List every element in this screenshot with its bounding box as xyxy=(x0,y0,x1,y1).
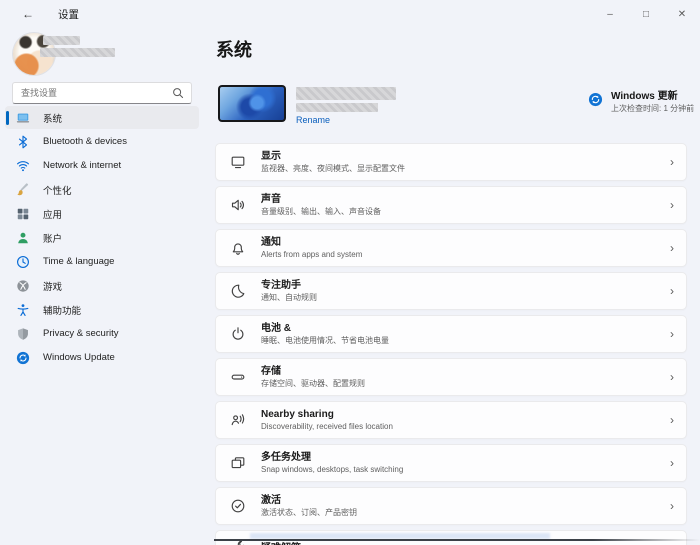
chevron-right-icon: › xyxy=(670,327,674,341)
nearby-sharing-icon xyxy=(230,412,246,428)
chevron-right-icon: › xyxy=(670,456,674,470)
account-name-redacted xyxy=(43,36,80,45)
account-email-redacted xyxy=(40,48,115,57)
setting-row-nearby-sharing[interactable]: Nearby sharing Discoverability, received… xyxy=(215,401,687,439)
chevron-right-icon: › xyxy=(670,198,674,212)
display-icon xyxy=(230,154,246,170)
update-title: Windows 更新 xyxy=(611,91,678,102)
activation-icon xyxy=(230,498,246,514)
page-title: 系统 xyxy=(216,40,252,60)
system-icon xyxy=(16,111,30,125)
setting-row-display[interactable]: 显示 监视器、亮度、夜间模式、显示配置文件 › xyxy=(215,143,687,181)
chevron-right-icon: › xyxy=(670,241,674,255)
sidebar-item-bluetooth-devices[interactable]: Bluetooth & devices xyxy=(5,130,199,153)
window-controls: – □ ✕ xyxy=(592,0,700,28)
rename-link[interactable]: Rename xyxy=(296,115,330,125)
sidebar-item-privacy-security[interactable]: Privacy & security xyxy=(5,322,199,345)
setting-row-storage[interactable]: 存储 存储空间、驱动器、配置规则 › xyxy=(215,358,687,396)
device-name-redacted xyxy=(296,87,396,100)
setting-row-power-battery[interactable]: 电池 & 睡眠、电池使用情况、节省电池电量 › xyxy=(215,315,687,353)
windows-update-status[interactable]: Windows 更新 上次检查时间: 1 分钟前 xyxy=(588,90,694,114)
multitasking-icon xyxy=(230,455,246,471)
settings-window: ← 设置 – □ ✕ 系统 Bluetooth & devices Networ… xyxy=(0,0,700,545)
back-icon[interactable]: ← xyxy=(22,7,34,21)
setting-row-activation[interactable]: 激活 激活状态、订阅、产品密钥 › xyxy=(215,487,687,525)
chevron-right-icon: › xyxy=(670,284,674,298)
device-wallpaper xyxy=(220,87,284,120)
sidebar-item-accounts[interactable]: 账户 xyxy=(5,226,199,249)
screenshot-artifact-line xyxy=(214,539,700,541)
bluetooth-icon xyxy=(16,135,30,149)
titlebar: ← 设置 – □ ✕ xyxy=(0,0,700,28)
chevron-right-icon: › xyxy=(670,413,674,427)
sidebar-item-system[interactable]: 系统 xyxy=(5,106,199,129)
device-model-redacted xyxy=(296,103,378,112)
sidebar-item-windows-update[interactable]: Windows Update xyxy=(5,346,199,369)
sidebar-nav: 系统 Bluetooth & devices Network & interne… xyxy=(5,106,199,370)
sidebar-item-personalization[interactable]: 个性化 xyxy=(5,178,199,201)
sidebar-item-apps[interactable]: 应用 xyxy=(5,202,199,225)
sidebar-item-time-language[interactable]: Time & language xyxy=(5,250,199,273)
storage-icon xyxy=(230,369,246,385)
gaming-icon xyxy=(16,279,30,293)
sound-icon xyxy=(230,197,246,213)
chevron-right-icon: › xyxy=(670,370,674,384)
setting-row-sound[interactable]: 声音 音量级别、输出、输入、声音设备 › xyxy=(215,186,687,224)
accessibility-icon xyxy=(16,303,30,317)
time-language-icon xyxy=(16,255,30,269)
device-thumbnail xyxy=(218,85,286,122)
search-icon[interactable] xyxy=(171,86,185,100)
minimize-button[interactable]: – xyxy=(592,0,628,28)
setting-row-multitasking[interactable]: 多任务处理 Snap windows, desktops, task switc… xyxy=(215,444,687,482)
chevron-right-icon: › xyxy=(670,499,674,513)
power-battery-icon xyxy=(230,326,246,342)
settings-search xyxy=(12,82,192,104)
maximize-button[interactable]: □ xyxy=(628,0,664,28)
setting-row-focus-assist[interactable]: 专注助手 通知、自动规则 › xyxy=(215,272,687,310)
app-title: 设置 xyxy=(58,8,79,21)
troubleshoot-icon xyxy=(230,541,246,545)
windows-update-icon xyxy=(588,90,603,107)
windows-update-icon xyxy=(16,351,30,365)
sidebar-item-gaming[interactable]: 游戏 xyxy=(5,274,199,297)
sidebar-item-network-internet[interactable]: Network & internet xyxy=(5,154,199,177)
main-content: 系统 Rename Windows 更新 上次检查时间: 1 分钟前 显示 监视… xyxy=(205,28,700,545)
notifications-icon xyxy=(230,240,246,256)
focus-assist-icon xyxy=(230,283,246,299)
close-button[interactable]: ✕ xyxy=(664,0,700,28)
search-input[interactable] xyxy=(13,88,171,98)
apps-icon xyxy=(16,207,30,221)
sidebar-item-accessibility[interactable]: 辅助功能 xyxy=(5,298,199,321)
chevron-right-icon: › xyxy=(670,155,674,169)
update-status: 上次检查时间: 1 分钟前 xyxy=(611,104,695,113)
sidebar: 系统 Bluetooth & devices Network & interne… xyxy=(0,28,205,545)
settings-list: 显示 监视器、亮度、夜间模式、显示配置文件 › 声音 音量级别、输出、输入、声音… xyxy=(215,143,687,545)
network-icon xyxy=(16,159,30,173)
privacy-icon xyxy=(16,327,30,341)
personalization-icon xyxy=(16,182,30,197)
accounts-icon xyxy=(16,231,30,245)
setting-row-notifications[interactable]: 通知 Alerts from apps and system › xyxy=(215,229,687,267)
